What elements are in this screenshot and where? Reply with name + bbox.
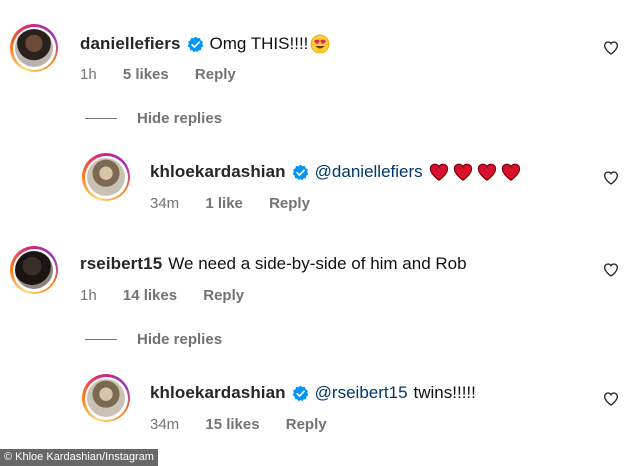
username-daniellefiers[interactable]: daniellefiers bbox=[80, 34, 181, 54]
likes-count[interactable]: 1 like bbox=[205, 195, 243, 212]
hide-replies-label: Hide replies bbox=[137, 110, 223, 127]
username-rseibert15[interactable]: rseibert15 bbox=[80, 254, 162, 274]
avatar-khloekardashian[interactable] bbox=[82, 374, 130, 422]
reply-button[interactable]: Reply bbox=[286, 416, 327, 433]
comment-time: 34m bbox=[150, 195, 180, 212]
username-khloekardashian[interactable]: khloekardashian bbox=[150, 162, 286, 182]
likes-count[interactable]: 5 likes bbox=[123, 66, 169, 83]
reply-button[interactable]: Reply bbox=[203, 287, 244, 304]
verified-badge-icon bbox=[187, 36, 203, 52]
red-heart-emoji bbox=[429, 163, 448, 181]
heart-eyes-emoji bbox=[310, 34, 330, 54]
red-heart-emoji bbox=[477, 163, 496, 181]
reply-button[interactable]: Reply bbox=[195, 66, 236, 83]
like-heart-icon[interactable] bbox=[603, 170, 619, 186]
likes-count[interactable]: 14 likes bbox=[123, 287, 177, 304]
comment-text: We need a side-by-side of him and Rob bbox=[168, 254, 467, 273]
like-heart-icon[interactable] bbox=[603, 262, 619, 278]
likes-count[interactable]: 15 likes bbox=[205, 416, 259, 433]
reply-button[interactable]: Reply bbox=[269, 195, 310, 212]
verified-badge-icon bbox=[292, 164, 308, 180]
comment-time: 1h bbox=[80, 287, 97, 304]
username-khloekardashian[interactable]: khloekardashian bbox=[150, 383, 286, 403]
divider bbox=[85, 339, 117, 340]
comment-time: 1h bbox=[80, 66, 97, 83]
hide-replies-button[interactable]: Hide replies bbox=[85, 110, 222, 127]
red-heart-emoji bbox=[501, 163, 520, 181]
comment-text: twins!!!!! bbox=[413, 383, 476, 402]
hide-replies-button[interactable]: Hide replies bbox=[85, 331, 222, 348]
hide-replies-label: Hide replies bbox=[137, 331, 223, 348]
avatar-daniellefiers[interactable] bbox=[10, 24, 58, 72]
like-heart-icon[interactable] bbox=[603, 40, 619, 56]
comment-time: 34m bbox=[150, 416, 180, 433]
mention-link[interactable]: @daniellefiers bbox=[315, 162, 423, 182]
red-heart-emoji bbox=[453, 163, 472, 181]
verified-badge-icon bbox=[292, 385, 308, 401]
comment-text: Omg THIS!!!! bbox=[209, 34, 309, 53]
red-hearts-emoji-group bbox=[429, 163, 521, 181]
photo-credit: © Khloe Kardashian/Instagram bbox=[0, 449, 158, 466]
mention-link[interactable]: @rseibert15 bbox=[315, 383, 408, 403]
divider bbox=[85, 118, 117, 119]
avatar-khloekardashian[interactable] bbox=[82, 153, 130, 201]
like-heart-icon[interactable] bbox=[603, 391, 619, 407]
avatar-rseibert15[interactable] bbox=[10, 246, 58, 294]
